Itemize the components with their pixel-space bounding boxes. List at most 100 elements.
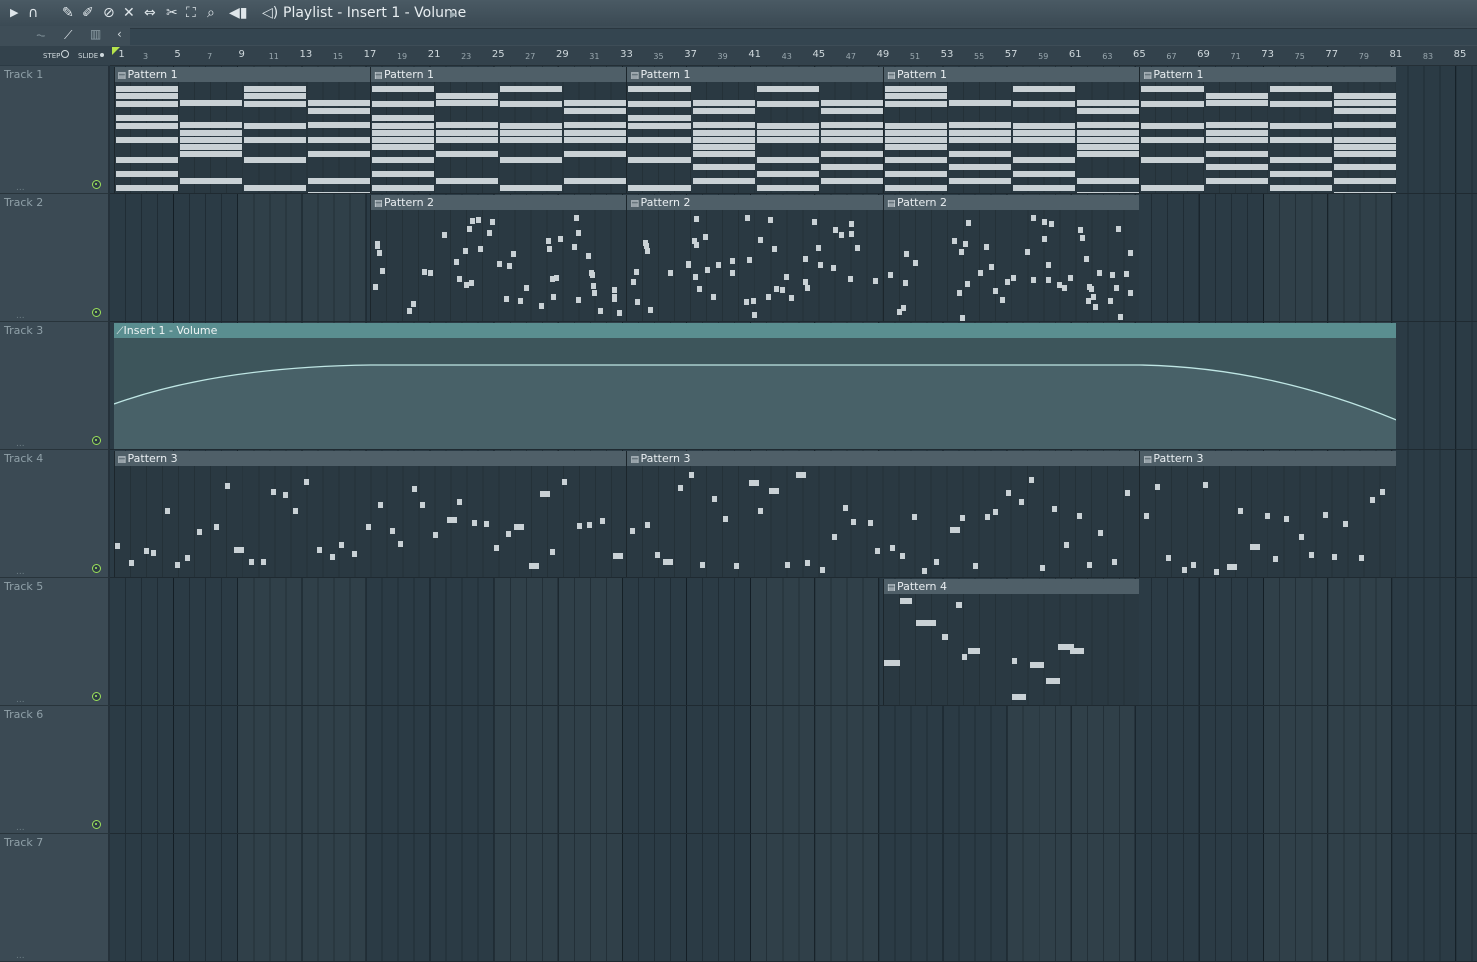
ruler-bar-label: 21	[427, 49, 441, 60]
mute-icon[interactable]: ✕	[123, 4, 135, 22]
track-mute-led-icon[interactable]	[92, 820, 101, 829]
pattern-clip-header[interactable]: ▤Pattern 4	[883, 579, 1140, 594]
track-options-dots[interactable]: ...	[16, 183, 25, 193]
note	[756, 123, 819, 129]
note	[899, 598, 912, 604]
track-mute-led-icon[interactable]	[92, 436, 101, 445]
delete-icon[interactable]: ⊘	[103, 4, 115, 22]
note	[955, 602, 962, 608]
note	[820, 151, 883, 157]
timeline-ruler[interactable]: 1 3 5 7 9 11 13 15 17 19 21 23 25 27 29 31 33 35 37 39 41 43 4…	[110, 46, 1477, 66]
step-slide-toggle[interactable]: STEP SLIDE	[0, 46, 110, 65]
note	[436, 178, 499, 184]
note	[613, 552, 624, 559]
slice-icon[interactable]: ✂	[166, 4, 178, 22]
note	[949, 137, 1012, 143]
automation-icon[interactable]: ⟋	[64, 28, 72, 43]
pattern-clip[interactable]: ▤Pattern 2	[369, 195, 627, 321]
automation-clip[interactable]: ⟋Insert 1 - Volume	[113, 323, 1396, 449]
pattern-clip-header[interactable]: ▤Pattern 2	[627, 195, 883, 210]
track-mute-led-icon[interactable]	[92, 564, 101, 573]
note	[934, 559, 940, 566]
playback-icon[interactable]: ◀▮	[229, 4, 247, 22]
track-header[interactable]: Track 7...	[0, 834, 110, 962]
automation-clip-header[interactable]: ⟋Insert 1 - Volume	[113, 323, 1396, 338]
pattern-clip-header[interactable]: ▤Pattern 2	[370, 195, 627, 210]
slip-icon[interactable]: ⇔	[144, 4, 156, 22]
note	[1046, 261, 1052, 268]
track-header[interactable]: Track 3...	[0, 322, 110, 450]
note	[1077, 108, 1140, 114]
track-options-dots[interactable]: ...	[16, 823, 25, 833]
pattern-clip[interactable]: ▤Pattern 1	[626, 67, 883, 193]
pattern-clip-header[interactable]: ▤Pattern 1	[370, 67, 627, 82]
waveform-icon[interactable]: ⏦	[36, 28, 46, 43]
speaker-icon: ◁)	[262, 5, 279, 21]
track-header[interactable]: Track 2...	[0, 194, 110, 322]
track-lane[interactable]	[110, 834, 1477, 962]
zoom-icon[interactable]: ⌕	[207, 4, 215, 22]
magnet-icon[interactable]: ∩	[28, 4, 38, 22]
track-lane[interactable]	[110, 578, 1477, 706]
scroll-left-icon[interactable]: ‹	[117, 27, 122, 41]
paint-brush-icon[interactable]: ✐	[82, 4, 94, 22]
pattern-clip[interactable]: ▤Pattern 1	[882, 67, 1140, 193]
note	[115, 185, 178, 191]
note	[628, 123, 691, 129]
note	[612, 286, 618, 293]
pattern-clip[interactable]: ▤Pattern 3	[1139, 451, 1396, 577]
pattern-clip[interactable]: ▤Pattern 3	[626, 451, 1140, 577]
pattern-clip-header[interactable]: ▤Pattern 1	[1140, 67, 1396, 82]
pattern-clip[interactable]: ▤Pattern 1	[369, 67, 627, 193]
note	[1069, 648, 1084, 654]
note	[960, 514, 966, 521]
track-mute-led-icon[interactable]	[92, 692, 101, 701]
select-icon[interactable]: ⛶	[186, 4, 196, 22]
play-arrow-icon[interactable]: ▶	[10, 4, 18, 22]
pattern-clip-header[interactable]: ▤Pattern 1	[883, 67, 1140, 82]
track-options-dots[interactable]: ...	[16, 567, 25, 577]
note	[234, 547, 245, 554]
note	[1089, 286, 1095, 293]
pattern-clip-header[interactable]: ▤Pattern 3	[627, 451, 1140, 466]
pencil-icon[interactable]: ✎	[62, 4, 74, 22]
track-mute-led-icon[interactable]	[92, 308, 101, 317]
note	[371, 86, 435, 92]
step-radio[interactable]	[61, 50, 69, 58]
track-options-dots[interactable]: ...	[16, 695, 25, 705]
track-header[interactable]: Track 5...	[0, 578, 110, 706]
note	[591, 290, 597, 297]
note	[631, 279, 637, 286]
note	[1077, 137, 1140, 143]
automation-curve[interactable]	[113, 338, 1396, 449]
pattern-clip[interactable]: ▤Pattern 2	[626, 195, 883, 321]
pattern-clip[interactable]: ▤Pattern 1	[1139, 67, 1396, 193]
horizontal-scrollbar[interactable]	[130, 28, 1477, 45]
pattern-clip-header[interactable]: ▤Pattern 1	[114, 67, 370, 82]
pattern-clip-header[interactable]: ▤Pattern 1	[627, 67, 883, 82]
track-mute-led-icon[interactable]	[92, 180, 101, 189]
pattern-clip[interactable]: ▤Pattern 1	[113, 67, 370, 193]
pattern-clip[interactable]: ▤Pattern 3	[113, 451, 627, 577]
piano-icon[interactable]: ▥	[90, 27, 101, 41]
track-header[interactable]: Track 1...	[0, 66, 110, 194]
pattern-clip-header[interactable]: ▤Pattern 3	[114, 451, 627, 466]
track-lane[interactable]	[110, 706, 1477, 834]
slide-radio[interactable]	[100, 53, 104, 57]
note	[379, 268, 385, 275]
track-options-dots[interactable]: ...	[16, 951, 25, 961]
track-header[interactable]: Track 6...	[0, 706, 110, 834]
note	[951, 238, 957, 245]
track-header[interactable]: Track 4...	[0, 450, 110, 578]
track-options-dots[interactable]: ...	[16, 311, 25, 321]
ruler-bar-label: 9	[238, 49, 245, 60]
chevron-right-icon[interactable]: ▶	[450, 6, 457, 24]
pattern-clip-header[interactable]: ▤Pattern 2	[883, 195, 1140, 210]
pattern-clip-header[interactable]: ▤Pattern 3	[1140, 451, 1396, 466]
track-options-dots[interactable]: ...	[16, 439, 25, 449]
note	[179, 178, 242, 184]
pattern-clip[interactable]: ▤Pattern 4	[882, 579, 1140, 705]
note	[697, 285, 703, 292]
note	[375, 242, 380, 249]
pattern-clip[interactable]: ▤Pattern 2	[882, 195, 1140, 321]
